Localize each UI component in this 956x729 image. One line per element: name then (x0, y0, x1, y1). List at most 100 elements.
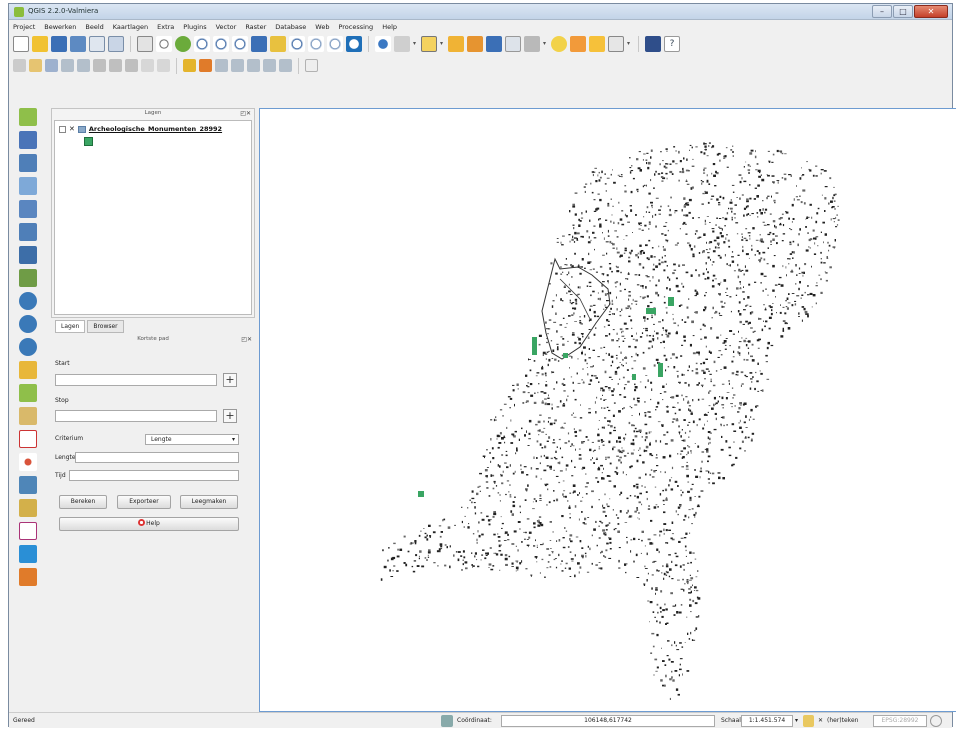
stop-capture-button[interactable]: + (223, 409, 237, 423)
layer-expand-toggle[interactable] (59, 125, 66, 133)
zoom-in-icon[interactable] (194, 36, 210, 52)
layer-name[interactable]: Archeologische_Monumenten_28992 (89, 125, 222, 133)
length-field[interactable] (75, 452, 239, 463)
menu-processing[interactable]: Processing (338, 23, 373, 31)
export-button[interactable]: Exporteer (117, 495, 171, 509)
attribute-table-icon[interactable] (486, 36, 502, 52)
layer-visible-checkbox[interactable]: ✕ (69, 125, 75, 133)
refresh-icon[interactable] (346, 36, 362, 52)
zoom-next-icon[interactable] (327, 36, 343, 52)
measure-icon[interactable] (524, 36, 540, 52)
stop-field[interactable] (55, 410, 217, 422)
zoom-out-icon[interactable] (213, 36, 229, 52)
openlayers-icon[interactable] (19, 545, 37, 563)
messages-icon[interactable] (930, 715, 942, 727)
menu-bewerken[interactable]: Bewerken (44, 23, 76, 31)
maximize-button[interactable]: □ (893, 5, 913, 18)
current-edits-icon[interactable] (13, 59, 26, 72)
crs-status[interactable]: EPSG:28992 (873, 715, 927, 727)
coordinate-toggle-icon[interactable] (441, 715, 453, 727)
pan-map-icon[interactable] (156, 36, 172, 52)
start-capture-button[interactable]: + (223, 373, 237, 387)
menu-extra[interactable]: Extra (157, 23, 174, 31)
add-wms-tile-icon[interactable] (19, 338, 37, 356)
new-project-icon[interactable] (13, 36, 29, 52)
python-console-icon[interactable] (305, 59, 318, 72)
criterion-select[interactable]: Lengte ▾ (145, 434, 239, 445)
remove-layer-icon[interactable] (19, 430, 37, 448)
zoom-selection-icon[interactable] (270, 36, 286, 52)
label-tool-icon[interactable] (183, 59, 196, 72)
identify-icon[interactable] (375, 36, 391, 52)
add-feature-icon[interactable] (61, 59, 74, 72)
shortest-path-float-close-icon[interactable]: ◰✕ (241, 335, 252, 344)
panel-float-close-icon[interactable]: ◰✕ (240, 109, 251, 118)
deselect-icon[interactable] (467, 36, 483, 52)
menu-beeld[interactable]: Beeld (85, 23, 103, 31)
start-field[interactable] (55, 374, 217, 386)
add-ring-icon[interactable] (19, 499, 37, 517)
save-as-icon[interactable] (70, 36, 86, 52)
select-features-icon[interactable] (421, 36, 437, 52)
cut-features-icon[interactable] (125, 59, 138, 72)
render-checkbox[interactable]: ✕ (818, 715, 823, 727)
toggle-editing-icon[interactable] (29, 59, 42, 72)
menu-vector[interactable]: Vector (216, 23, 237, 31)
select-expression-icon[interactable] (448, 36, 464, 52)
help-pointer-icon[interactable]: ? (664, 36, 680, 52)
show-bookmarks-icon[interactable] (589, 36, 605, 52)
new-print-composer-icon[interactable] (89, 36, 105, 52)
menu-kaartlagen[interactable]: Kaartlagen (113, 23, 148, 31)
geoprocessing-icon[interactable] (19, 568, 37, 586)
text-annotation-icon[interactable] (608, 36, 624, 52)
tab-lagen[interactable]: Lagen (55, 320, 86, 333)
open-project-icon[interactable] (32, 36, 48, 52)
zoom-last-icon[interactable] (308, 36, 324, 52)
map-tips-icon[interactable] (551, 36, 567, 52)
menu-plugins[interactable]: Plugins (183, 23, 206, 31)
add-db2-layer-icon[interactable] (19, 246, 37, 264)
paste-features-icon[interactable] (157, 59, 170, 72)
pin-labels-icon[interactable] (199, 59, 212, 72)
copy-features-icon[interactable] (141, 59, 154, 72)
save-edits-icon[interactable] (45, 59, 58, 72)
whats-this-book-icon[interactable] (645, 36, 661, 52)
action-icon[interactable] (394, 36, 410, 52)
layer-tree[interactable]: ✕ Archeologische_Monumenten_28992 (54, 120, 252, 315)
coordinate-field[interactable]: 106148,617742 (501, 715, 715, 727)
save-project-icon[interactable] (51, 36, 67, 52)
add-delimited-text-icon[interactable] (19, 361, 37, 379)
node-move-icon[interactable] (19, 476, 37, 494)
close-button[interactable]: ✕ (914, 5, 948, 18)
add-wcs-layer-icon[interactable] (19, 292, 37, 310)
show-hide-labels-icon[interactable] (215, 59, 228, 72)
add-vector-layer-icon[interactable] (19, 108, 37, 126)
gps-icon[interactable] (19, 453, 37, 471)
add-mssql-layer-icon[interactable] (19, 200, 37, 218)
add-wfs-layer-icon[interactable] (19, 315, 37, 333)
layer-row[interactable]: ✕ Archeologische_Monumenten_28992 (59, 125, 222, 133)
new-shapefile-icon[interactable] (19, 384, 37, 402)
add-wms-layer-icon[interactable] (19, 269, 37, 287)
map-canvas[interactable] (259, 108, 956, 712)
clear-button[interactable]: Leegmaken (180, 495, 238, 509)
statistics-icon[interactable] (505, 36, 521, 52)
new-spatialite-icon[interactable] (19, 407, 37, 425)
node-tool-icon[interactable] (93, 59, 106, 72)
zoom-full-icon[interactable] (251, 36, 267, 52)
tab-browser[interactable]: Browser (87, 320, 124, 333)
minimize-button[interactable]: – (872, 5, 892, 18)
add-raster-layer-icon[interactable] (19, 131, 37, 149)
zoom-layer-icon[interactable] (289, 36, 305, 52)
change-label-icon[interactable] (263, 59, 276, 72)
label-properties-icon[interactable] (279, 59, 292, 72)
delete-selected-icon[interactable] (109, 59, 122, 72)
add-spatialite-layer-icon[interactable] (19, 177, 37, 195)
touch-zoom-icon[interactable] (137, 36, 153, 52)
zoom-native-icon[interactable] (232, 36, 248, 52)
stop-rendering-icon[interactable] (803, 715, 814, 727)
menu-web[interactable]: Web (315, 23, 329, 31)
menu-project[interactable]: Project (13, 23, 35, 31)
scale-dropdown-icon[interactable]: ▾ (795, 715, 798, 727)
new-bookmark-icon[interactable] (570, 36, 586, 52)
